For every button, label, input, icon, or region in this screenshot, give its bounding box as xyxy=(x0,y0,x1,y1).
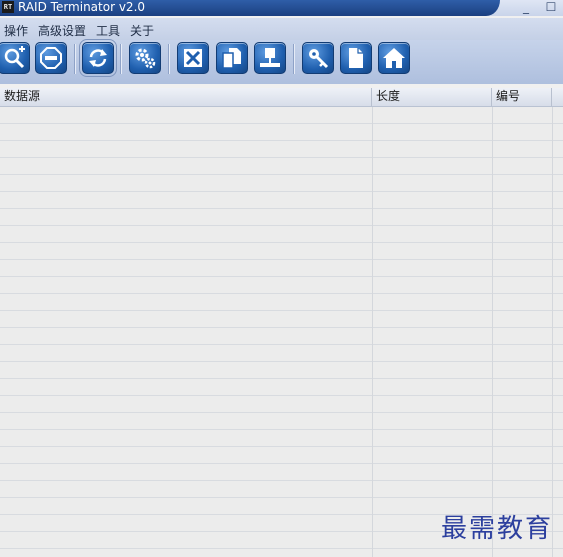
delete-button[interactable] xyxy=(177,42,209,74)
menu-bar: 操作 高级设置 工具 关于 xyxy=(0,18,563,40)
menu-about[interactable]: 关于 xyxy=(130,22,154,39)
column-divider xyxy=(372,107,373,557)
document-icon xyxy=(349,48,363,68)
document-button[interactable] xyxy=(340,42,372,74)
x-box-icon xyxy=(184,49,202,67)
gears-icon xyxy=(135,48,156,69)
column-header-length[interactable]: 长度 xyxy=(372,88,492,106)
app-icon[interactable]: RT xyxy=(2,1,14,13)
toolbar-separator xyxy=(120,44,121,74)
stop-sign-icon xyxy=(40,47,62,69)
settings-button[interactable] xyxy=(129,42,161,74)
network-button[interactable] xyxy=(254,42,286,74)
column-divider xyxy=(492,107,493,557)
table-body[interactable] xyxy=(0,107,563,557)
maximize-button[interactable]: ☐ xyxy=(543,0,559,16)
toolbar xyxy=(0,39,563,84)
column-divider xyxy=(552,107,553,557)
watermark-text: 最需教育 xyxy=(441,514,554,544)
home-icon xyxy=(383,48,405,68)
column-header-number[interactable]: 编号 xyxy=(492,88,552,106)
toolbar-separator xyxy=(168,44,169,74)
minimize-button[interactable]: _ xyxy=(518,0,534,16)
menu-operation[interactable]: 操作 xyxy=(4,22,28,39)
title-tab: RT RAID Terminator v2.0 xyxy=(0,0,500,16)
key-icon xyxy=(309,49,329,69)
refresh-button[interactable] xyxy=(79,39,117,77)
refresh-arrows-icon xyxy=(89,49,107,67)
copy-pages-icon xyxy=(222,48,241,69)
table-header: 数据源 长度 编号 xyxy=(0,88,563,107)
magnifier-plus-icon xyxy=(4,46,25,69)
stop-button[interactable] xyxy=(35,42,67,74)
window-title: RAID Terminator v2.0 xyxy=(18,0,146,14)
home-button[interactable] xyxy=(378,42,410,74)
menu-tools[interactable]: 工具 xyxy=(96,22,120,39)
copy-button[interactable] xyxy=(216,42,248,74)
key-button[interactable] xyxy=(302,42,334,74)
column-header-data-source[interactable]: 数据源 xyxy=(0,88,372,106)
toolbar-separator xyxy=(74,44,75,74)
title-bar: RT RAID Terminator v2.0 _ ☐ xyxy=(0,0,563,16)
toolbar-separator xyxy=(293,44,294,74)
menu-advanced-settings[interactable]: 高级设置 xyxy=(38,22,86,39)
monitor-network-icon xyxy=(260,48,280,67)
search-add-button[interactable] xyxy=(0,42,30,74)
